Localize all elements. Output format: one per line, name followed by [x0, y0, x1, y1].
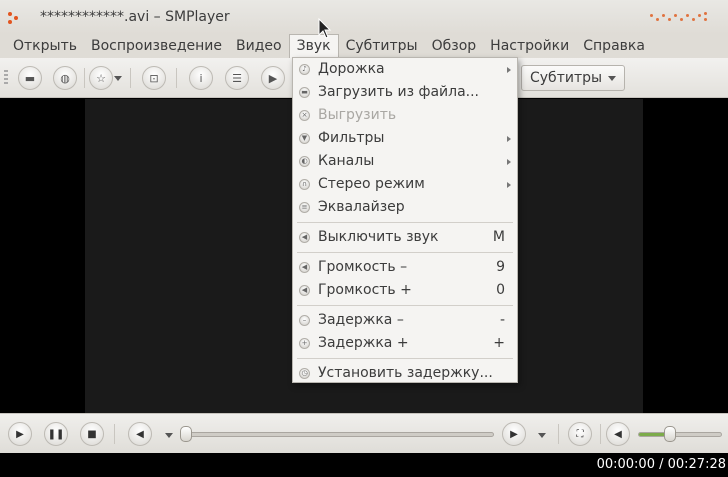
status-bar: 00:00:00 / 00:27:28 [0, 453, 728, 477]
stereo-icon: ∩ [299, 179, 310, 190]
toolbar-grip-icon[interactable] [4, 70, 8, 86]
forward-dropdown-icon[interactable] [538, 433, 546, 438]
rewind-icon[interactable]: ◀ [128, 422, 152, 446]
menu-separator [297, 305, 513, 306]
rewind-dropdown-icon[interactable] [165, 433, 173, 438]
forward-icon[interactable]: ▶ [502, 422, 526, 446]
menu-item-mute[interactable]: ◀ Выключить звук M [293, 226, 517, 249]
submenu-arrow-icon [507, 159, 511, 165]
chevron-down-icon [608, 76, 616, 81]
controls-separator [600, 424, 601, 444]
menu-item-delay-minus[interactable]: – Задержка – - [293, 309, 517, 332]
control-bar: ▶ ❚❚ ■ ◀ ▶ ⛶ ◀ [0, 413, 728, 453]
window-title: ************.avi – SMPlayer [40, 9, 230, 25]
menu-item-filters[interactable]: ▼ Фильтры [293, 127, 517, 150]
delay-minus-icon: – [299, 315, 310, 326]
mouse-cursor-icon [318, 18, 332, 39]
menu-separator [297, 358, 513, 359]
controls-separator [114, 424, 115, 444]
menu-video[interactable]: Видео [229, 34, 289, 58]
title-bar: ************.avi – SMPlayer [0, 0, 728, 34]
menu-item-equalizer[interactable]: ≡ Эквалайзер [293, 196, 517, 219]
unload-icon: × [299, 110, 310, 121]
menu-item-volume-up[interactable]: ◀ Громкость + 0 [293, 279, 517, 302]
menu-subtitles[interactable]: Субтитры [339, 34, 425, 58]
menu-item-unload: × Выгрузить [293, 104, 517, 127]
menu-open[interactable]: Открыть [6, 34, 84, 58]
volume-handle[interactable] [664, 426, 676, 442]
screenshot-icon[interactable]: ⊡ [142, 66, 166, 90]
favorites-dropdown-icon[interactable] [114, 76, 122, 81]
subtitles-combo-label: Субтитры [530, 70, 603, 86]
volume-up-icon: ◀ [299, 285, 310, 296]
pause-icon[interactable]: ❚❚ [44, 422, 68, 446]
video-icon[interactable]: ▶ [261, 66, 285, 90]
filter-icon: ▼ [299, 133, 310, 144]
stop-icon[interactable]: ■ [80, 422, 104, 446]
menu-item-volume-down[interactable]: ◀ Громкость – 9 [293, 256, 517, 279]
submenu-arrow-icon [507, 136, 511, 142]
globe-icon[interactable]: ◍ [53, 66, 77, 90]
track-icon: ♪ [299, 64, 310, 75]
menu-separator [297, 222, 513, 223]
menu-item-channels[interactable]: ◐ Каналы [293, 150, 517, 173]
subtitles-combo[interactable]: Субтитры [521, 65, 625, 91]
mute-icon[interactable]: ◀ [606, 422, 630, 446]
menu-help[interactable]: Справка [576, 34, 652, 58]
audio-menu: ♪ Дорожка ▬ Загрузить из файла... × Выгр… [292, 57, 518, 383]
mute-icon: ◀ [299, 232, 310, 243]
toolbar-separator [84, 68, 85, 88]
load-file-icon: ▬ [299, 87, 310, 98]
submenu-arrow-icon [507, 182, 511, 188]
seek-handle[interactable] [180, 426, 192, 442]
menu-separator [297, 252, 513, 253]
submenu-arrow-icon [507, 67, 511, 73]
menu-item-stereo-mode[interactable]: ∩ Стерео режим [293, 173, 517, 196]
window-close-icon[interactable] [8, 12, 22, 24]
toolbar-separator [130, 68, 131, 88]
controls-separator [558, 424, 559, 444]
equalizer-icon: ≡ [299, 202, 310, 213]
seek-bar[interactable] [186, 432, 494, 437]
fullscreen-icon[interactable]: ⛶ [568, 422, 592, 446]
menu-bar: Открыть Воспроизведение Видео Звук Субти… [0, 33, 728, 59]
menu-playback[interactable]: Воспроизведение [84, 34, 229, 58]
star-icon[interactable]: ☆ [89, 66, 113, 90]
channels-icon: ◐ [299, 156, 310, 167]
set-delay-icon: ◷ [299, 368, 310, 379]
menu-browse[interactable]: Обзор [425, 34, 484, 58]
menu-item-set-delay[interactable]: ◷ Установить задержку... [293, 362, 517, 385]
play-icon[interactable]: ▶ [8, 422, 32, 446]
folder-icon[interactable]: ▬ [18, 66, 42, 90]
menu-item-delay-plus[interactable]: + Задержка + + [293, 332, 517, 355]
volume-down-icon: ◀ [299, 262, 310, 273]
playlist-icon[interactable]: ☰ [225, 66, 249, 90]
delay-plus-icon: + [299, 338, 310, 349]
info-icon[interactable]: i [189, 66, 213, 90]
volume-slider[interactable] [638, 432, 722, 437]
menu-item-load-file[interactable]: ▬ Загрузить из файла... [293, 81, 517, 104]
menu-settings[interactable]: Настройки [483, 34, 576, 58]
window-controls-icon[interactable] [650, 12, 714, 24]
menu-item-track[interactable]: ♪ Дорожка [293, 58, 517, 81]
toolbar-separator [176, 68, 177, 88]
time-display: 00:00:00 / 00:27:28 [596, 457, 726, 472]
